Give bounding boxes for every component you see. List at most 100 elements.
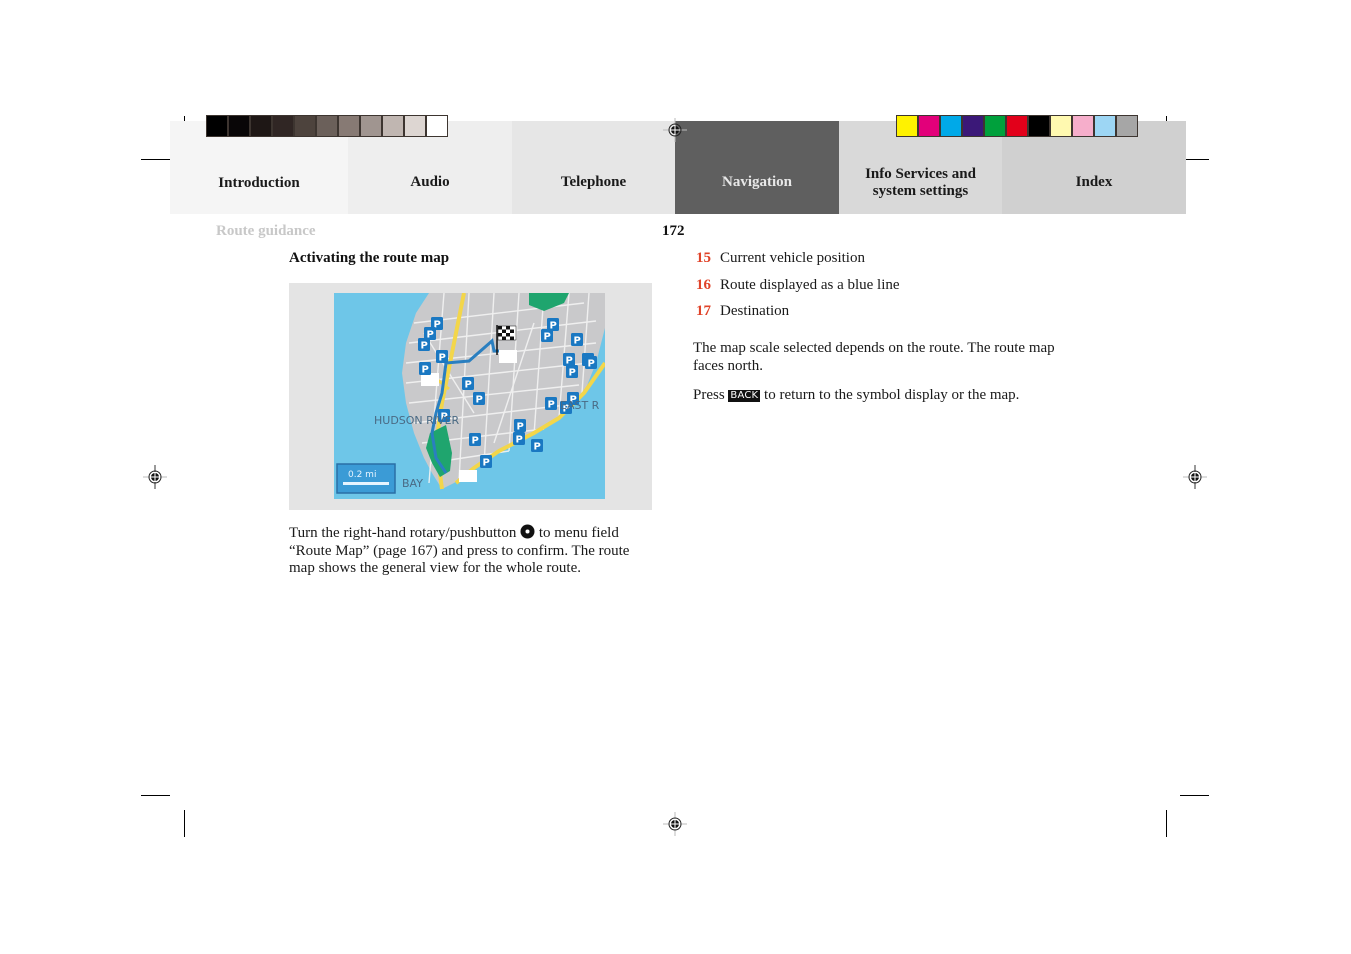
legend-text: Destination <box>720 303 790 319</box>
color-swatch <box>207 116 227 136</box>
map-scale-indicator: 0.2 mi <box>336 463 396 494</box>
legend-number: 16 <box>696 277 711 293</box>
route-map-image: PPPPPPPPPPPPPPPPPPPPPPP HUDSON RIVER EAS… <box>334 293 605 499</box>
registration-mark-top <box>663 118 687 142</box>
legend-number: 17 <box>696 303 711 319</box>
parking-icon: P <box>541 329 553 343</box>
color-swatch <box>1117 116 1137 136</box>
parking-icon: P <box>480 455 492 469</box>
tab-label: Telephone <box>560 174 627 190</box>
instruction-text-1: Turn the right-hand rotary/pushbutton <box>289 525 517 541</box>
svg-text:P: P <box>588 359 595 370</box>
parking-icon: P <box>419 362 431 376</box>
tab-label: Introduction <box>218 175 300 191</box>
crop-mark-bottom-right-v <box>1166 810 1167 837</box>
press-text: Press <box>693 387 725 403</box>
parking-icon: P <box>513 432 525 446</box>
svg-text:P: P <box>472 436 479 447</box>
color-swatch <box>1007 116 1027 136</box>
tab-label: Index <box>1075 174 1113 190</box>
svg-text:P: P <box>574 336 581 347</box>
color-swatch <box>963 116 983 136</box>
parking-icon: P <box>418 338 430 352</box>
parking-icon: P <box>531 439 543 453</box>
parking-icon: P <box>571 333 583 347</box>
color-swatch <box>339 116 359 136</box>
svg-text:P: P <box>544 332 551 343</box>
crop-mark-bottom-left-h <box>141 795 170 796</box>
section-title: Route guidance <box>216 223 316 239</box>
crop-mark-bottom-left-v <box>184 810 185 837</box>
callout-box-vehicle <box>459 470 477 482</box>
color-swatch <box>1029 116 1049 136</box>
color-swatch <box>1051 116 1071 136</box>
svg-text:P: P <box>517 422 524 433</box>
svg-text:P: P <box>548 400 555 411</box>
color-swatch <box>427 116 447 136</box>
color-swatch <box>897 116 917 136</box>
tab-label: Navigation <box>721 174 792 190</box>
svg-text:P: P <box>534 442 541 453</box>
tab-label-line2: system settings <box>872 182 969 199</box>
parking-icon: P <box>545 397 557 411</box>
crop-mark-top-left-h <box>141 159 170 160</box>
svg-text:0.2 mi: 0.2 mi <box>348 470 376 480</box>
svg-text:P: P <box>439 353 446 364</box>
crop-mark-bottom-right-h <box>1180 795 1209 796</box>
map-scale-paragraph: The map scale selected depends on the ro… <box>693 340 1055 374</box>
color-swatch <box>919 116 939 136</box>
legend-number: 15 <box>696 250 711 266</box>
callout-box-destination <box>499 350 517 363</box>
map-illustration: PPPPPPPPPPPPPPPPPPPPPPP HUDSON RIVER EAS… <box>334 293 605 499</box>
svg-text:P: P <box>422 365 429 376</box>
legend-text: Current vehicle position <box>720 250 865 266</box>
instruction-paragraph: Turn the right-hand rotary/pushbutton to… <box>289 524 654 578</box>
back-key-icon: BACK <box>728 390 761 402</box>
color-swatch <box>229 116 249 136</box>
svg-text:P: P <box>569 368 576 379</box>
parking-icon: P <box>473 392 485 406</box>
map-label-east: EAST R <box>560 399 600 412</box>
grayscale-color-bar <box>206 115 448 137</box>
registration-mark-bottom <box>663 812 687 836</box>
route-map-figure: PPPPPPPPPPPPPPPPPPPPPPP HUDSON RIVER EAS… <box>289 283 652 510</box>
map-label-bay: BAY <box>402 477 423 490</box>
parking-icon: P <box>436 350 448 364</box>
cmyk-color-bar <box>896 115 1138 137</box>
color-swatch <box>295 116 315 136</box>
rotary-pushbutton-icon <box>520 524 535 539</box>
color-swatch <box>317 116 337 136</box>
color-swatch <box>941 116 961 136</box>
tab-navigation[interactable]: Navigation <box>675 121 839 214</box>
tab-label-line1: Info Services and <box>865 165 976 182</box>
color-swatch <box>383 116 403 136</box>
svg-text:P: P <box>516 435 523 446</box>
back-instruction-paragraph: Press BACK to return to the symbol displ… <box>693 387 1093 405</box>
svg-text:P: P <box>476 395 483 406</box>
legend-item-16: 16 Route displayed as a blue line <box>696 277 900 294</box>
svg-text:P: P <box>566 356 573 367</box>
color-swatch <box>1095 116 1115 136</box>
parking-icon: P <box>462 377 474 391</box>
color-swatch <box>985 116 1005 136</box>
color-swatch <box>251 116 271 136</box>
color-swatch <box>361 116 381 136</box>
parking-icon: P <box>469 433 481 447</box>
tab-label: Audio <box>410 174 450 190</box>
tab-telephone[interactable]: Telephone <box>512 121 675 214</box>
legend-item-17: 17 Destination <box>696 303 789 320</box>
section-heading: Activating the route map <box>289 250 450 266</box>
parking-icon: P <box>514 419 526 433</box>
legend-text: Route displayed as a blue line <box>720 277 900 293</box>
return-text: to return to the symbol display or the m… <box>764 387 1020 403</box>
registration-mark-left <box>143 465 167 489</box>
color-swatch <box>273 116 293 136</box>
page-number: 172 <box>662 223 685 239</box>
parking-icon: P <box>585 356 597 370</box>
parking-icon: P <box>566 365 578 379</box>
color-swatch <box>1073 116 1093 136</box>
svg-text:P: P <box>465 380 472 391</box>
map-label-river: HUDSON RIVER <box>374 414 460 427</box>
color-swatch <box>405 116 425 136</box>
legend-item-15: 15 Current vehicle position <box>696 250 865 267</box>
